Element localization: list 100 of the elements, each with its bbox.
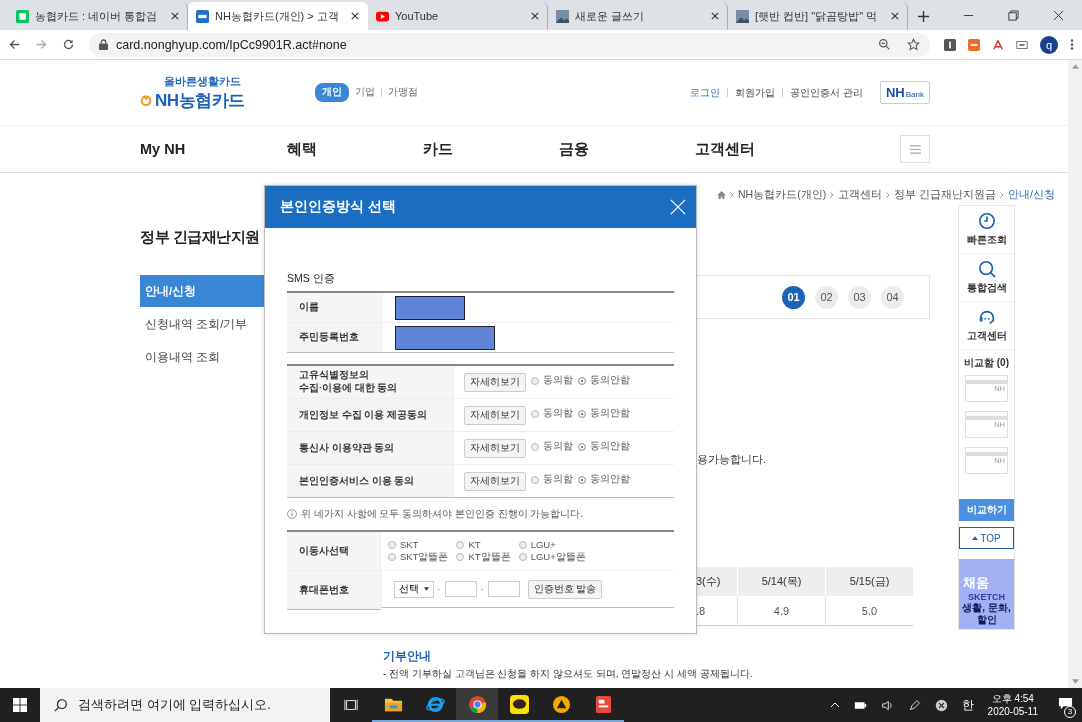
- nav-item[interactable]: 카드: [423, 139, 559, 159]
- new-tab-icon[interactable]: [918, 11, 929, 22]
- consent-label: 본인인증서비스 이용 동의: [287, 464, 454, 498]
- logo-text[interactable]: NH농협카드: [155, 88, 245, 112]
- radio-option[interactable]: 동의함: [531, 374, 573, 387]
- notice-text: 용가능합니다.: [697, 453, 767, 467]
- star-icon[interactable]: [907, 38, 920, 51]
- taskbar-search-field[interactable]: 검색하려면 여기에 입력하십시오.: [40, 688, 330, 722]
- radio-option[interactable]: 동의함: [531, 440, 573, 453]
- radio-option[interactable]: LGU+알뜰폰: [518, 551, 586, 562]
- radio-option[interactable]: 동의함: [531, 473, 573, 486]
- chevron-icon: [886, 192, 891, 198]
- breadcrumb-link[interactable]: 안내/신청: [1008, 188, 1055, 202]
- table-cell: 4.9: [737, 596, 826, 626]
- send-code-button[interactable]: 인증번호 발송: [527, 579, 603, 599]
- radio-option[interactable]: SKT: [388, 540, 449, 551]
- nav-item[interactable]: 혜택: [287, 139, 423, 159]
- extension-icon[interactable]: [968, 38, 980, 51]
- phone-input[interactable]: [444, 581, 477, 597]
- browser-icon: [425, 694, 445, 714]
- carrier-select[interactable]: 선택: [393, 580, 434, 598]
- nav-item[interactable]: My NH: [140, 141, 287, 157]
- pen-icon[interactable]: [907, 698, 921, 712]
- play-icon: [376, 9, 389, 23]
- breadcrumb-link[interactable]: NH농협카드(개인): [738, 188, 827, 202]
- address-field[interactable]: card.nonghyup.com/IpCc9901R.act#none: [89, 32, 930, 57]
- reload-icon[interactable]: [62, 38, 75, 51]
- quick-link[interactable]: 고객센터: [959, 302, 1014, 350]
- table-header-cell: 5/15(금): [825, 567, 913, 596]
- x-circle-icon[interactable]: [934, 698, 948, 712]
- details-button[interactable]: 자세히보기: [464, 405, 526, 425]
- quick-link[interactable]: 빠른조회: [959, 206, 1014, 254]
- close-icon[interactable]: [711, 12, 719, 20]
- field-label: 이동사선택: [287, 531, 381, 571]
- radio-option[interactable]: 동의안함: [578, 473, 630, 486]
- back-icon[interactable]: [8, 38, 21, 51]
- segment-tab[interactable]: 개인: [315, 83, 349, 102]
- details-button[interactable]: 자세히보기: [464, 471, 526, 491]
- task-view-icon[interactable]: [344, 698, 358, 712]
- volume-icon[interactable]: [880, 698, 894, 712]
- breadcrumb-link[interactable]: 고객센터: [838, 188, 883, 202]
- field-label: 이름: [287, 292, 383, 323]
- ime-indicator[interactable]: 한: [961, 696, 974, 714]
- segment-tab[interactable]: 기업: [355, 84, 375, 101]
- nav-item[interactable]: 금융: [559, 139, 695, 159]
- taskbar-button[interactable]: [456, 688, 498, 722]
- quick-link[interactable]: 통합검색: [959, 254, 1014, 302]
- windows-start-icon[interactable]: [13, 698, 27, 712]
- promo-banner[interactable]: 채움 SKETCH 생활, 문화, 할인: [959, 559, 1014, 629]
- restore-icon[interactable]: [1008, 10, 1019, 21]
- bank-button[interactable]: NH Bank: [880, 81, 930, 104]
- radio-option[interactable]: 동의안함: [578, 374, 630, 387]
- extension-icon[interactable]: [944, 38, 956, 51]
- menu-icon[interactable]: [1070, 38, 1074, 51]
- table-header-cell: 5/14(목): [737, 567, 826, 596]
- pdf-icon[interactable]: [992, 38, 1004, 51]
- browser-icon: [467, 694, 487, 714]
- separator-text: -: [437, 584, 441, 594]
- segment-tab[interactable]: 가맹점: [388, 84, 418, 101]
- clock[interactable]: 오후 4:54 2020-05-11: [987, 692, 1038, 718]
- radio-option[interactable]: 동의함: [531, 407, 573, 420]
- radio-option[interactable]: SKT알뜰폰: [388, 551, 449, 562]
- header-link[interactable]: 공인인증서 관리: [790, 85, 863, 100]
- section-title: SMS 인증: [287, 272, 336, 286]
- banner-tagline: 생활, 문화, 할인: [961, 602, 1012, 625]
- top-button[interactable]: TOP: [959, 527, 1014, 549]
- chevron-up-icon[interactable]: [829, 702, 840, 708]
- phone-input[interactable]: [487, 581, 520, 597]
- close-icon[interactable]: [351, 12, 359, 20]
- side-menu-item[interactable]: 안내/신청: [140, 275, 265, 308]
- consent-label: 고유식별정보의 수집·이용에 대한 동의: [287, 365, 454, 399]
- notification-button[interactable]: 3: [1052, 694, 1074, 716]
- details-button[interactable]: 자세히보기: [464, 438, 526, 458]
- profile-avatar[interactable]: q: [1040, 35, 1058, 54]
- zoom-icon[interactable]: [878, 38, 891, 51]
- close-icon[interactable]: [1053, 10, 1064, 21]
- radio-option[interactable]: 동의안함: [578, 440, 630, 453]
- cast-icon[interactable]: [1016, 38, 1028, 51]
- caret-icon: [972, 536, 979, 540]
- close-icon[interactable]: [171, 12, 179, 20]
- photo-icon: [556, 9, 569, 23]
- header-link[interactable]: 회원가입: [735, 85, 776, 100]
- step-indicator: 04: [881, 285, 904, 309]
- close-icon[interactable]: [891, 12, 899, 20]
- radio-option[interactable]: LGU+: [518, 540, 586, 551]
- nav-item[interactable]: 고객센터: [695, 139, 831, 159]
- search-icon: [977, 260, 996, 278]
- favicon-icon: [196, 9, 209, 23]
- radio-option[interactable]: KT알뜰폰: [456, 551, 511, 562]
- header-link[interactable]: 로그인: [690, 85, 721, 100]
- radio-option[interactable]: 동의안함: [578, 407, 630, 420]
- logo-slogan: 올바른생활카드: [164, 73, 242, 89]
- logo-icon: [140, 94, 152, 106]
- radio-option[interactable]: KT: [456, 540, 511, 551]
- browser-tab[interactable]: NH농협카드(개인) > 고객: [188, 2, 368, 30]
- home-icon[interactable]: [717, 191, 726, 199]
- details-button[interactable]: 자세히보기: [464, 372, 526, 392]
- breadcrumb-link[interactable]: 정부 긴급재난지원금: [894, 188, 997, 202]
- close-icon[interactable]: [531, 12, 539, 20]
- lock-icon: [99, 39, 108, 50]
